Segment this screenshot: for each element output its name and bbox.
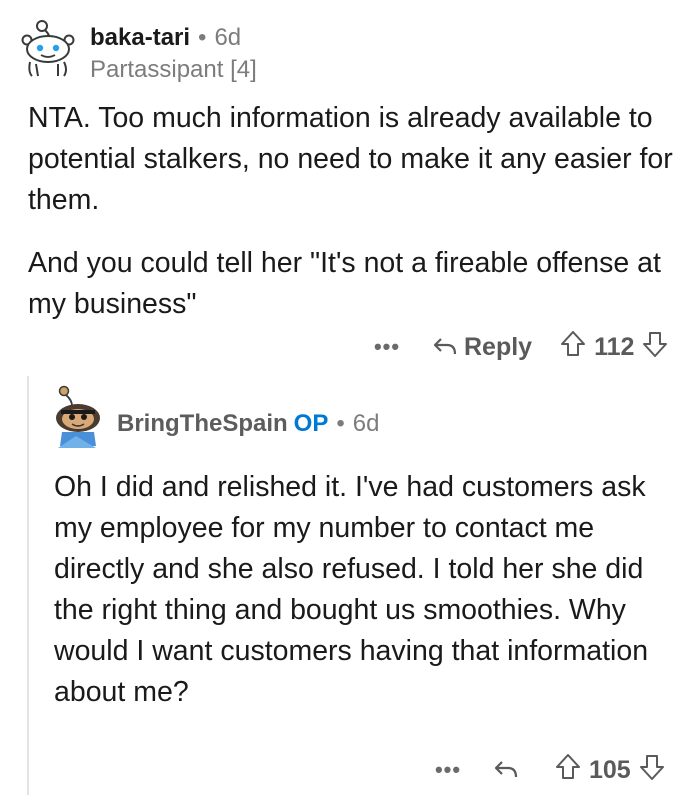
comment-actions: ••• 105: [433, 752, 665, 788]
upvote-button[interactable]: [560, 330, 586, 365]
author-name[interactable]: BringTheSpain: [117, 410, 288, 437]
reply-button[interactable]: Reply: [432, 333, 532, 362]
author-name[interactable]: baka-tari: [90, 24, 190, 51]
downvote-arrow-icon: [639, 754, 664, 780]
upvote-button[interactable]: [555, 753, 581, 788]
reply-arrow-icon: [494, 761, 518, 778]
upvote-arrow-icon: [556, 753, 580, 779]
comment-meta: baka-tari • 6d: [90, 24, 241, 52]
reply-button[interactable]: [493, 759, 525, 781]
more-options-button[interactable]: •••: [433, 757, 463, 783]
comment-paragraph: Oh I did and relished it. I've had custo…: [54, 471, 649, 708]
vote-controls: 105: [555, 753, 665, 788]
downvote-button[interactable]: [639, 753, 665, 788]
op-badge: OP: [293, 410, 329, 437]
thread-line[interactable]: [27, 376, 29, 795]
user-avatar[interactable]: [48, 384, 104, 450]
meta-separator: •: [198, 24, 207, 51]
vote-score: 105: [589, 755, 631, 784]
snoo-avatar-icon: [21, 20, 75, 77]
comment-body: NTA. Too much information is already ava…: [28, 98, 678, 347]
comment-meta: BringTheSpain OP • 6d: [117, 410, 379, 438]
meta-separator: •: [336, 410, 345, 437]
snoo-avatar-icon: [56, 385, 100, 448]
comment-paragraph: And you could tell her "It's not a firea…: [28, 247, 661, 320]
comment-body: Oh I did and relished it. I've had custo…: [54, 467, 684, 713]
downvote-arrow-icon: [643, 331, 668, 357]
comment-time: 6d: [214, 24, 242, 51]
more-options-button[interactable]: •••: [372, 334, 402, 360]
user-avatar[interactable]: [18, 16, 78, 78]
upvote-arrow-icon: [561, 330, 586, 356]
comment-actions: ••• Reply 112: [372, 329, 668, 365]
vote-controls: 112: [560, 330, 668, 365]
reply-label: Reply: [464, 332, 533, 361]
reply-arrow-icon: [433, 338, 457, 355]
vote-score: 112: [594, 332, 635, 361]
user-flair: Partassipant [4]: [90, 56, 257, 83]
comment-paragraph: NTA. Too much information is already ava…: [28, 102, 673, 216]
comment-time: 6d: [352, 410, 380, 437]
downvote-button[interactable]: [642, 330, 668, 365]
comment-thread: baka-tari • 6d Partassipant [4] NTA. Too m…: [0, 0, 700, 795]
